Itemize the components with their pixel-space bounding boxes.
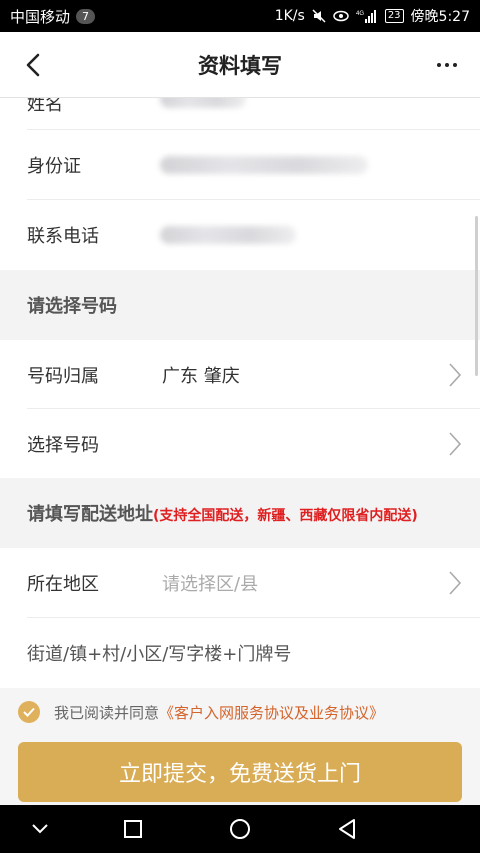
system-nav-bar	[0, 805, 480, 853]
more-dots-icon	[437, 63, 441, 67]
circle-icon	[230, 819, 250, 839]
number-region-value: 广东 肇庆	[162, 365, 240, 387]
carrier-name: 中国移动	[10, 7, 71, 26]
name-label: 姓名	[27, 98, 63, 115]
triangle-back-icon	[339, 819, 355, 839]
address-section-note: (支持全国配送，新疆、西藏仅限省内配送)	[153, 508, 418, 524]
back-button[interactable]	[18, 50, 48, 80]
select-number-row[interactable]: 选择号码	[0, 409, 480, 478]
area-select[interactable]: 请选择区/县	[162, 570, 258, 596]
chevron-right-icon	[449, 362, 462, 387]
form-content: 姓名 身份证 联系电话 请选择号码 号码归属 广东 肇庆 选择号码 请填写配送地…	[0, 98, 480, 805]
scrollbar[interactable]	[475, 216, 478, 376]
agreement-checkbox[interactable]	[18, 701, 40, 723]
phone-label: 联系电话	[27, 226, 99, 247]
home-button[interactable]	[228, 817, 252, 841]
address-section-header: 请填写配送地址(支持全国配送，新疆、西藏仅限省内配送)	[0, 478, 480, 548]
number-section-header: 请选择号码	[0, 270, 480, 340]
id-card-label: 身份证	[27, 156, 81, 177]
agreement-text: 我已阅读并同意《客户入网服务协议及业务协议》	[54, 703, 385, 722]
notification-count-badge: 7	[76, 8, 96, 24]
name-row[interactable]: 姓名	[0, 98, 480, 130]
area-row[interactable]: 所在地区 请选择区/县	[0, 548, 480, 618]
hide-nav-button[interactable]	[28, 817, 52, 841]
recents-button[interactable]	[121, 817, 145, 841]
chevron-down-icon	[32, 824, 48, 834]
back-nav-button[interactable]	[335, 817, 359, 841]
more-button[interactable]	[432, 50, 462, 80]
eye-comfort-icon	[333, 10, 349, 22]
name-value-blurred	[160, 98, 246, 108]
agreement-link[interactable]: 《客户入网服务协议及业务协议》	[159, 704, 384, 722]
status-bar: 中国移动 7 1K/s 4G 23 傍晚5:27	[0, 0, 480, 32]
header-bar: 资料填写	[0, 32, 480, 98]
check-icon	[23, 707, 35, 717]
id-card-value-blurred	[160, 156, 368, 174]
id-card-row[interactable]: 身份证	[0, 130, 480, 200]
agreement-row: 我已阅读并同意《客户入网服务协议及业务协议》	[0, 691, 480, 733]
battery-level: 23	[384, 9, 404, 23]
address-section-title: 请填写配送地址(支持全国配送，新疆、西藏仅限省内配送)	[27, 504, 418, 525]
page-title: 资料填写	[198, 53, 282, 78]
phone-row[interactable]: 联系电话	[0, 200, 480, 270]
number-region-label: 号码归属	[27, 365, 99, 387]
svg-text:4G: 4G	[356, 11, 364, 17]
back-chevron-icon	[26, 53, 40, 77]
number-region-row[interactable]: 号码归属 广东 肇庆	[0, 340, 480, 409]
area-label: 所在地区	[27, 574, 99, 595]
submit-button[interactable]: 立即提交，免费送货上门	[18, 742, 462, 802]
number-section-title: 请选择号码	[27, 296, 117, 317]
signal-icon: 4G	[356, 10, 376, 23]
mute-icon	[312, 9, 326, 23]
square-icon	[124, 820, 142, 838]
phone-value-blurred	[160, 226, 296, 244]
network-speed: 1K/s	[274, 8, 305, 24]
clock: 傍晚5:27	[410, 9, 470, 25]
street-row[interactable]: 街道/镇+村/小区/写字楼+门牌号	[0, 618, 480, 688]
select-number-label: 选择号码	[27, 434, 99, 456]
chevron-right-icon	[449, 431, 462, 456]
street-address-input[interactable]: 街道/镇+村/小区/写字楼+门牌号	[27, 640, 291, 666]
chevron-right-icon	[449, 571, 462, 595]
